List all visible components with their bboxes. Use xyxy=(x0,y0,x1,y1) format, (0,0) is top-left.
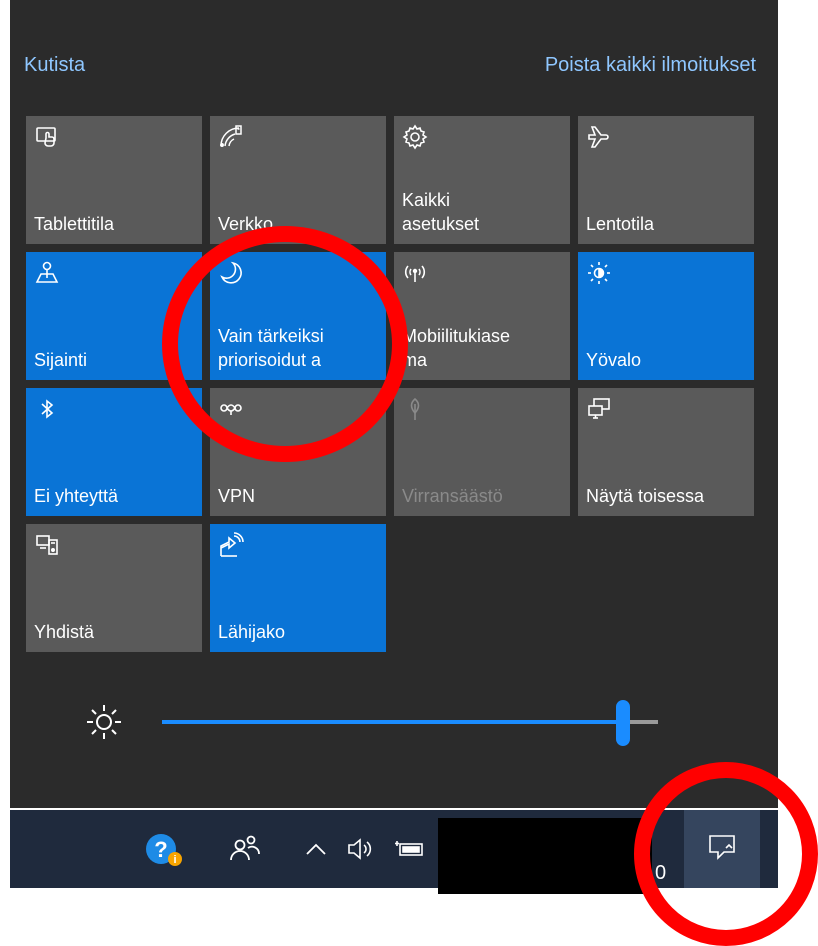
nearby-share-icon xyxy=(218,532,244,558)
tile-label: VPN xyxy=(218,486,256,506)
tile-focus-assist[interactable]: Vain tärkeiksi priorisoidut a xyxy=(210,252,386,380)
svg-text:?: ? xyxy=(154,837,167,862)
tile-label: Vain tärkeiksi priorisoidut a xyxy=(218,326,324,370)
connect-icon xyxy=(34,532,60,558)
project-icon xyxy=(586,396,612,422)
clock-fragment: 0 xyxy=(655,862,667,884)
battery-saver-icon xyxy=(402,396,428,422)
tile-label: Näytä toisessa xyxy=(586,486,705,506)
network-icon xyxy=(218,124,244,150)
tile-project[interactable]: Näytä toisessa xyxy=(578,388,754,516)
action-center-header: Kutista Poista kaikki ilmoitukset xyxy=(24,54,756,84)
redacted-area xyxy=(438,818,652,894)
hotspot-icon xyxy=(402,260,428,286)
brightness-slider-thumb[interactable] xyxy=(616,700,631,746)
tile-vpn[interactable]: VPN xyxy=(210,388,386,516)
tile-label: Ei yhteyttä xyxy=(34,486,119,506)
collapse-link[interactable]: Kutista xyxy=(24,54,85,77)
chevron-up-icon[interactable] xyxy=(298,810,334,888)
action-center-icon xyxy=(706,832,738,867)
tile-label: Mobiilitukiase ma xyxy=(402,326,511,370)
gear-icon xyxy=(402,124,428,150)
tile-battery-saver[interactable]: Virransäästö xyxy=(394,388,570,516)
tile-network[interactable]: Verkko xyxy=(210,116,386,244)
tile-label: Lähijako xyxy=(218,622,286,642)
airplane-icon xyxy=(586,124,612,150)
tile-bluetooth[interactable]: Ei yhteyttä xyxy=(26,388,202,516)
tile-mobile-hotspot[interactable]: Mobiilitukiase ma xyxy=(394,252,570,380)
tile-label: Lentotila xyxy=(586,214,655,234)
tile-label: Verkko xyxy=(218,214,274,234)
tile-location[interactable]: Sijainti xyxy=(26,252,202,380)
moon-icon xyxy=(218,260,244,286)
tile-airplane-mode[interactable]: Lentotila xyxy=(578,116,754,244)
tile-night-light[interactable]: Yövalo xyxy=(578,252,754,380)
action-center-button[interactable] xyxy=(684,810,760,888)
help-icon[interactable]: ? i xyxy=(138,810,188,888)
tile-label: Tablettitila xyxy=(34,214,115,234)
tile-nearby-sharing[interactable]: Lähijako xyxy=(210,524,386,652)
volume-icon[interactable] xyxy=(340,810,384,888)
brightness-control xyxy=(80,700,680,748)
people-icon[interactable] xyxy=(220,810,270,888)
vpn-icon xyxy=(218,396,244,422)
tile-label: Yhdistä xyxy=(34,622,95,642)
tile-all-settings[interactable]: Kaikki asetukset xyxy=(394,116,570,244)
night-light-icon xyxy=(586,260,612,286)
tile-label: Sijainti xyxy=(34,350,88,370)
tile-tablet-mode[interactable]: Tablettitila xyxy=(26,116,202,244)
bluetooth-icon xyxy=(34,396,60,422)
location-icon xyxy=(34,260,60,286)
battery-icon[interactable] xyxy=(390,810,430,888)
tile-label: Virransäästö xyxy=(402,486,503,506)
tile-label: Yövalo xyxy=(586,350,642,370)
brightness-icon xyxy=(84,702,124,742)
tablet-mode-icon xyxy=(34,124,60,150)
svg-text:i: i xyxy=(173,854,176,866)
tile-label: Kaikki asetukset xyxy=(402,190,480,234)
tile-connect[interactable]: Yhdistä xyxy=(26,524,202,652)
clear-all-notifications-link[interactable]: Poista kaikki ilmoitukset xyxy=(545,54,756,77)
brightness-slider-track-filled[interactable] xyxy=(162,720,624,724)
